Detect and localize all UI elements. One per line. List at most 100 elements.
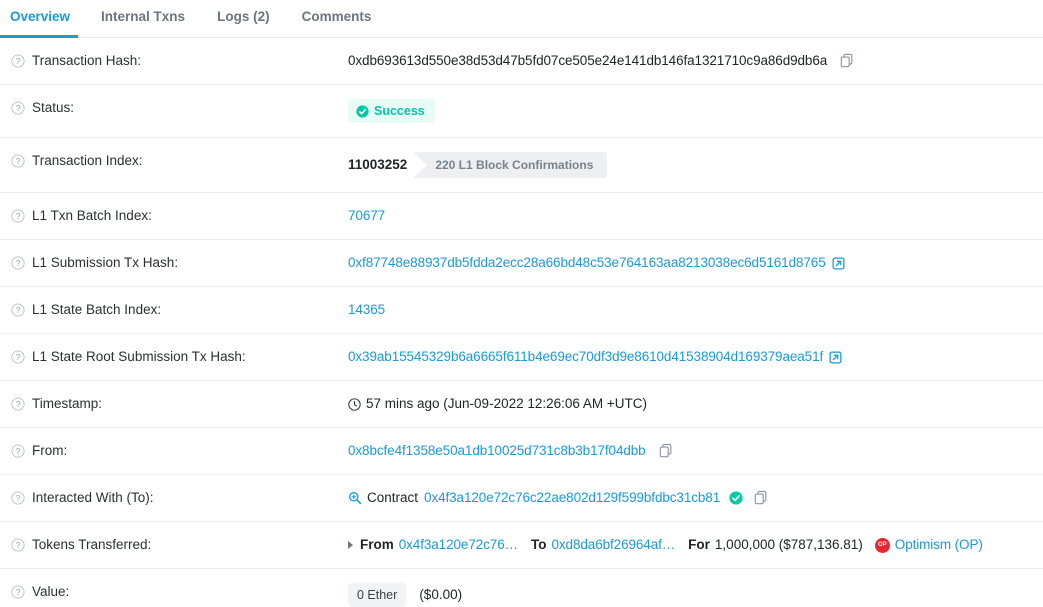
svg-text:?: ? [16,56,21,66]
help-icon[interactable]: ? [11,585,25,599]
transaction-hash-value: 0xdb693613d550e38d53d47b5fd07ce505e24e14… [348,53,828,68]
row-timestamp: ? Timestamp: 57 mins ago (Jun-09-2022 12… [0,381,1043,428]
optimism-token-icon: OP [874,537,890,553]
label-text: L1 Txn Batch Index: [32,208,152,223]
row-l1-submission-tx-hash: ? L1 Submission Tx Hash: 0xf87748e88937d… [0,240,1043,287]
row-from: ? From: 0x8bcfe4f1358e50a1db10025d731c8b… [0,428,1043,475]
l1-submission-tx-hash-link[interactable]: 0xf87748e88937db5fdda2ecc28a66bd48c53e76… [348,254,826,272]
svg-text:?: ? [16,211,21,221]
tab-logs-label: Logs (2) [217,9,270,24]
label-text: Tokens Transferred: [32,537,152,552]
row-tokens-transferred: ? Tokens Transferred: From 0x4f3a120e72c… [0,522,1043,569]
from-address-link[interactable]: 0x8bcfe4f1358e50a1db10025d731c8b3b17f04d… [348,442,646,460]
copy-icon[interactable] [659,443,673,459]
help-icon[interactable]: ? [11,350,25,364]
label-text: Value: [32,584,70,599]
tab-internal-txns-label: Internal Txns [101,9,186,24]
label-transaction-index: ? Transaction Index: [0,138,348,184]
help-icon[interactable]: ? [11,397,25,411]
label-text: Transaction Index: [32,153,143,168]
copy-icon[interactable] [840,53,854,69]
timestamp-value: 57 mins ago (Jun-09-2022 12:26:06 AM +UT… [366,396,648,411]
tab-comments-label: Comments [301,9,372,24]
help-icon[interactable]: ? [11,491,25,505]
label-text: From: [32,443,68,458]
value-l1-txn-batch-index: 70677 [348,193,1043,239]
tab-overview-label: Overview [10,9,71,24]
value-transaction-index: 11003252 220 L1 Block Confirmations [348,138,1043,192]
ether-amount-chip: 0 Ether [348,583,407,607]
transaction-details-page: Overview Internal Txns Logs (2) Comments… [0,0,1043,607]
external-link-icon[interactable] [832,256,845,270]
copy-icon[interactable] [754,490,768,506]
block-confirmations-badge: 220 L1 Block Confirmations [413,152,608,178]
svg-text:?: ? [16,587,21,597]
value-l1-state-batch-index: 14365 [348,287,1043,333]
svg-text:?: ? [16,156,21,166]
l1-state-batch-index-link[interactable]: 14365 [348,301,385,319]
token-amount: 1,000,000 ($787,136.81) [714,537,863,552]
svg-text:?: ? [16,305,21,315]
help-icon[interactable]: ? [11,209,25,223]
block-confirmations-text: 220 L1 Block Confirmations [435,158,594,172]
svg-text:?: ? [16,540,21,550]
value-l1-state-root-submission-tx-hash: 0x39ab15545329b6a6665f611b4e69ec70df3d9e… [348,334,1043,380]
clock-icon [348,397,361,411]
row-l1-txn-batch-index: ? L1 Txn Batch Index: 70677 [0,193,1043,240]
expand-caret-icon[interactable] [348,541,353,549]
external-link-icon[interactable] [829,350,842,364]
help-icon[interactable]: ? [11,538,25,552]
label-from: ? From: [0,428,348,474]
help-icon[interactable]: ? [11,303,25,317]
help-icon[interactable]: ? [11,256,25,270]
tab-logs[interactable]: Logs (2) [217,0,270,38]
tab-comments[interactable]: Comments [302,0,372,38]
contract-label: Contract [367,490,419,505]
token-to-address-link[interactable]: 0xd8da6bf26964af… [552,536,676,554]
svg-text:?: ? [16,103,21,113]
label-text: Status: [32,100,75,115]
label-text: Interacted With (To): [32,490,154,505]
label-transaction-hash: ? Transaction Hash: [0,38,348,84]
help-icon[interactable]: ? [11,54,25,68]
l1-state-root-submission-tx-hash-link[interactable]: 0x39ab15545329b6a6665f611b4e69ec70df3d9e… [348,348,823,366]
label-value: ? Value: [0,569,348,607]
verified-check-icon [729,491,743,505]
token-from-key: From [360,537,394,552]
svg-text:?: ? [16,258,21,268]
transaction-index-value: 11003252 [348,157,408,172]
token-name-link[interactable]: Optimism (OP) [895,536,983,554]
label-status: ? Status: [0,85,348,131]
contract-address-link[interactable]: 0x4f3a120e72c76c22ae802d129f599bfdbc31cb… [424,489,720,507]
row-status: ? Status: Success [0,85,1043,138]
row-interacted-with: ? Interacted With (To): Contract 0x4f3a1… [0,475,1043,522]
help-icon[interactable]: ? [11,154,25,168]
search-plus-icon[interactable] [348,491,362,505]
help-icon[interactable]: ? [11,444,25,458]
token-from-address-link[interactable]: 0x4f3a120e72c76… [399,536,518,554]
tab-internal-txns[interactable]: Internal Txns [101,0,185,38]
status-badge: Success [348,99,435,123]
label-text: L1 Submission Tx Hash: [32,255,179,270]
tab-overview[interactable]: Overview [0,0,79,38]
row-l1-state-root-submission-tx-hash: ? L1 State Root Submission Tx Hash: 0x39… [0,334,1043,381]
label-text: L1 State Root Submission Tx Hash: [32,349,246,364]
svg-text:?: ? [16,399,21,409]
label-l1-state-batch-index: ? L1 State Batch Index: [0,287,348,333]
value-value: 0 Ether ($0.00) [348,569,1043,607]
value-timestamp: 57 mins ago (Jun-09-2022 12:26:06 AM +UT… [348,381,1043,427]
value-interacted-with: Contract 0x4f3a120e72c76c22ae802d129f599… [348,475,1043,521]
value-from: 0x8bcfe4f1358e50a1db10025d731c8b3b17f04d… [348,428,1043,474]
l1-txn-batch-index-link[interactable]: 70677 [348,207,385,225]
label-l1-state-root-submission-tx-hash: ? L1 State Root Submission Tx Hash: [0,334,348,380]
tab-bar: Overview Internal Txns Logs (2) Comments [0,0,1043,38]
svg-text:?: ? [16,352,21,362]
label-timestamp: ? Timestamp: [0,381,348,427]
value-tokens-transferred: From 0x4f3a120e72c76… To 0xd8da6bf26964a… [348,522,1043,568]
label-text: Transaction Hash: [32,53,142,68]
label-l1-txn-batch-index: ? L1 Txn Batch Index: [0,193,348,239]
help-icon[interactable]: ? [11,101,25,115]
label-tokens-transferred: ? Tokens Transferred: [0,522,348,568]
value-status: Success [348,85,1043,137]
svg-text:?: ? [16,446,21,456]
